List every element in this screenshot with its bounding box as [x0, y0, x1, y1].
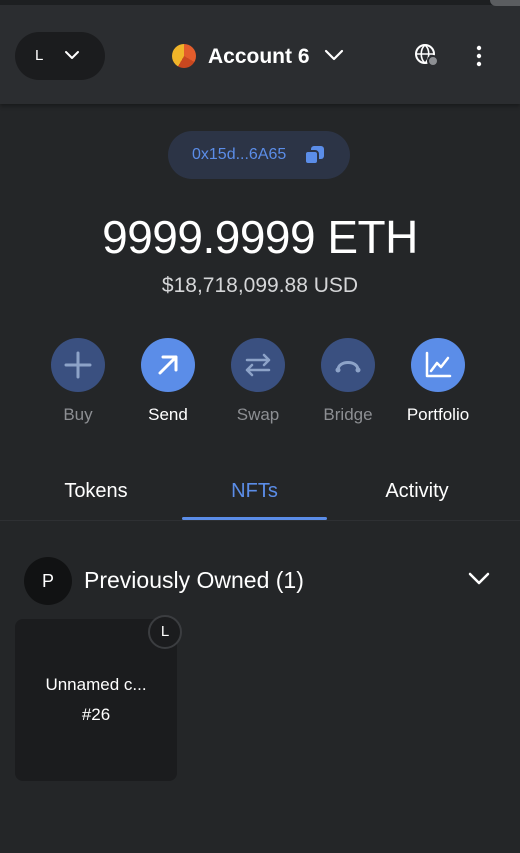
buy-label: Buy	[63, 405, 93, 424]
buy-button[interactable]: Buy	[38, 338, 118, 425]
swap-button-circle	[231, 338, 285, 392]
address-text: 0x15d...6A65	[192, 146, 287, 163]
portfolio-label: Portfolio	[406, 405, 470, 424]
crypto-balance: 9999.9999 ETH	[102, 211, 418, 263]
send-button[interactable]: Send	[128, 338, 208, 425]
buy-button-circle	[51, 338, 105, 392]
copy-icon	[304, 146, 324, 165]
network-picker-button[interactable]: L	[15, 32, 105, 80]
connected-sites-globe-icon[interactable]	[414, 44, 440, 70]
tab-tokens[interactable]: Tokens	[40, 480, 152, 503]
active-tab-indicator	[182, 517, 327, 520]
collection-title[interactable]: Previously Owned (1)	[84, 567, 304, 594]
tab-activity[interactable]: Activity	[357, 480, 477, 503]
send-button-circle	[141, 338, 195, 392]
swap-button[interactable]: Swap	[218, 338, 298, 425]
network-letter: L	[35, 47, 44, 64]
send-label: Send	[148, 405, 188, 424]
app-header: L Account 6	[0, 0, 520, 104]
collection-avatar: P	[24, 557, 72, 605]
chart-icon	[425, 351, 452, 378]
arrow-up-right-icon	[158, 355, 178, 375]
swap-arrows-icon	[245, 353, 271, 377]
portfolio-button[interactable]: Portfolio	[398, 338, 478, 425]
chevron-down-icon	[324, 49, 344, 61]
plus-icon	[64, 351, 92, 379]
window-corner	[490, 0, 520, 6]
nft-network-badge: L	[148, 615, 182, 649]
swap-label: Swap	[236, 405, 280, 424]
bridge-label: Bridge	[323, 405, 373, 424]
more-options-icon[interactable]	[475, 44, 483, 68]
portfolio-button-circle	[411, 338, 465, 392]
address-copy-button[interactable]: 0x15d...6A65	[168, 131, 350, 179]
fiat-balance: $18,718,099.88 USD	[161, 274, 359, 297]
nft-name: Unnamed c...	[45, 675, 147, 694]
chevron-down-icon	[65, 51, 79, 59]
chevron-down-icon[interactable]	[467, 570, 491, 588]
bridge-button-circle	[321, 338, 375, 392]
account-avatar	[172, 44, 196, 68]
tab-nfts[interactable]: NFTs	[182, 480, 327, 503]
bridge-button[interactable]: Bridge	[308, 338, 388, 425]
nft-token-id: #26	[81, 705, 111, 724]
tabs-divider	[0, 520, 520, 521]
bridge-icon	[335, 361, 361, 373]
account-name: Account 6	[208, 45, 310, 68]
window-top-edge	[0, 0, 520, 5]
